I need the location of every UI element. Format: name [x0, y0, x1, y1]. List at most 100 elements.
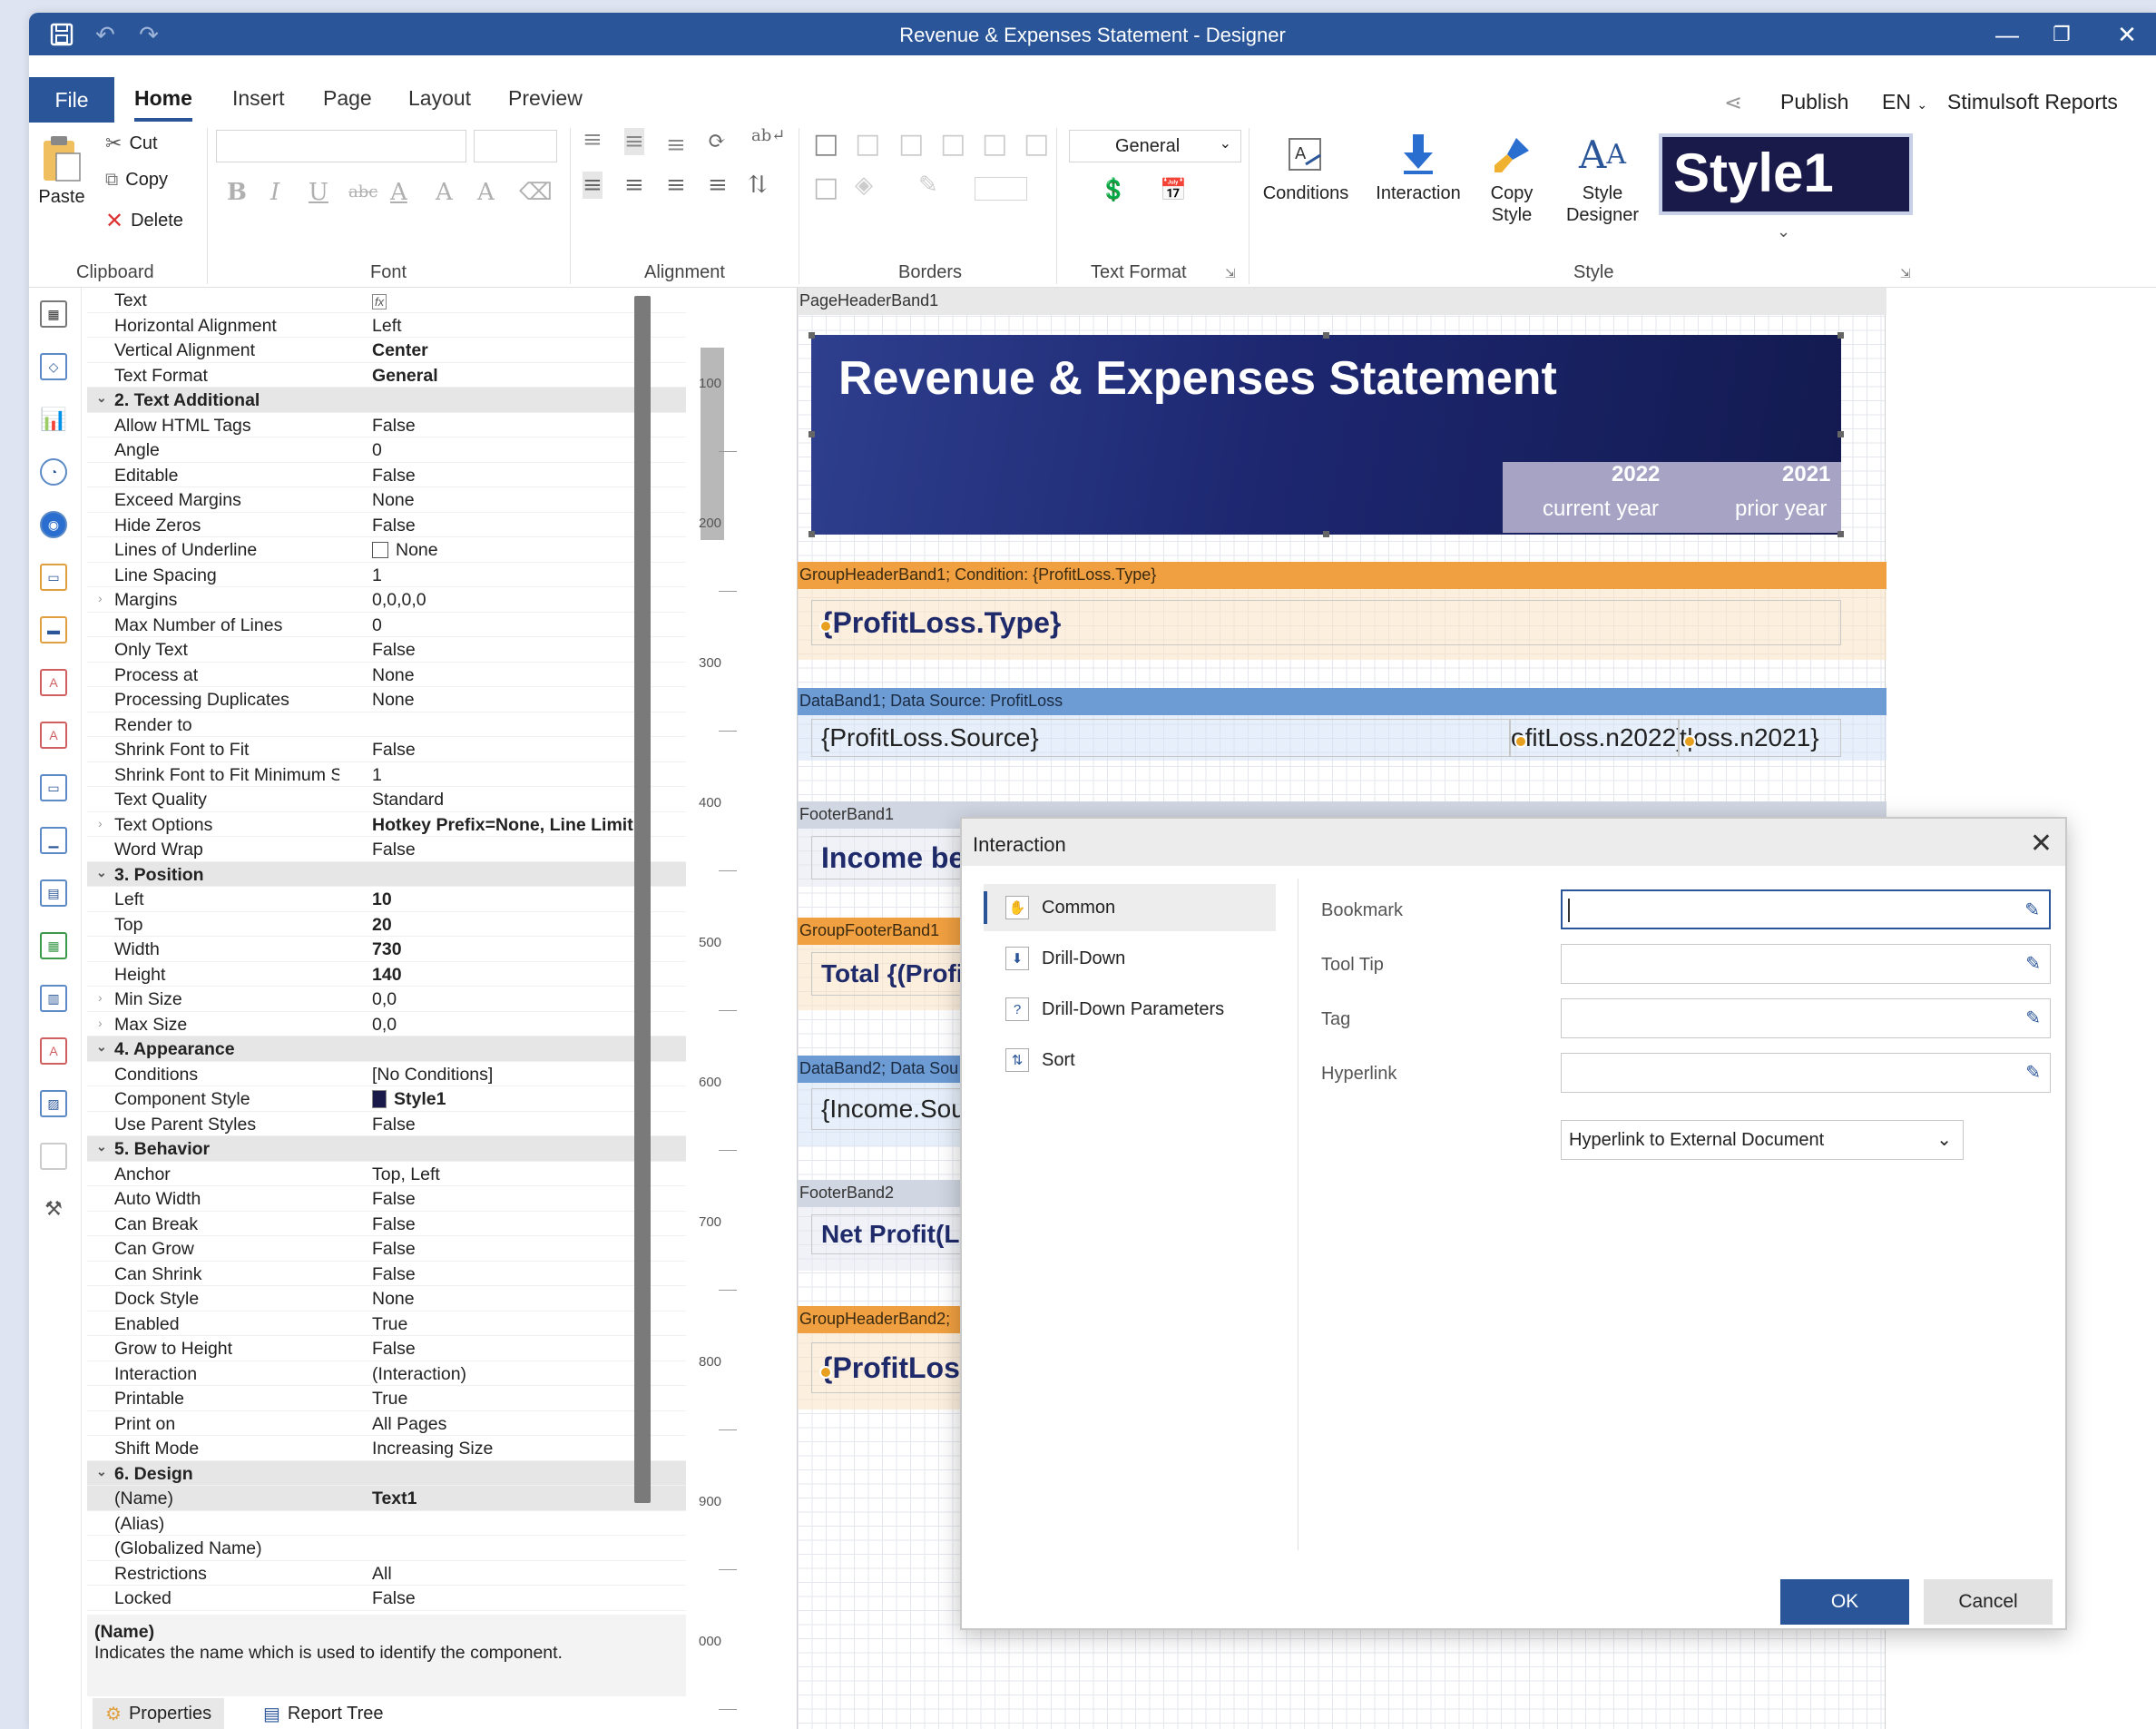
nav-common[interactable]: ✋ Common — [984, 884, 1276, 931]
resize-handle[interactable] — [1323, 531, 1329, 537]
border-all-icon[interactable]: □ — [813, 128, 838, 160]
border-style-combo[interactable] — [975, 177, 1027, 201]
property-row[interactable]: Grow to Height False — [87, 1336, 686, 1361]
property-row[interactable]: Dock Style None — [87, 1286, 686, 1311]
property-value[interactable]: False — [372, 1264, 653, 1285]
rich-text-2-icon[interactable]: A — [40, 1037, 67, 1065]
property-row[interactable]: Width 730 — [87, 937, 686, 962]
property-value[interactable]: False — [372, 1588, 653, 1609]
border-right-icon[interactable]: □ — [1024, 128, 1049, 160]
font-name-combo[interactable] — [216, 130, 466, 162]
property-row[interactable]: Enabled True — [87, 1311, 686, 1336]
align-top-icon[interactable]: ≡ — [583, 126, 603, 153]
property-row[interactable]: › Min Size 0,0 — [87, 987, 686, 1012]
property-value[interactable]: Text1 — [372, 1488, 653, 1509]
property-row[interactable]: Editable False — [87, 463, 686, 487]
cross-tab-icon[interactable]: ▥ — [40, 985, 67, 1012]
property-value[interactable]: 0,0 — [372, 1015, 653, 1036]
property-row[interactable]: Processing Duplicates None — [87, 687, 686, 712]
hyperlink-field[interactable]: ✎ — [1561, 1053, 2051, 1093]
property-value[interactable]: 0,0,0,0 — [372, 590, 653, 611]
property-row[interactable]: Can Shrink False — [87, 1262, 686, 1286]
property-row[interactable]: Text Quality Standard — [87, 787, 686, 812]
property-category[interactable]: ⌄ 5. Behavior — [87, 1136, 686, 1162]
property-row[interactable]: Only Text False — [87, 637, 686, 663]
format-date-icon[interactable]: 📅 — [1160, 177, 1187, 202]
property-category[interactable]: ⌄ 4. Appearance — [87, 1036, 686, 1062]
conditions-button[interactable]: A Conditions — [1256, 128, 1356, 204]
property-value[interactable]: False — [372, 416, 653, 437]
property-value[interactable]: fx — [372, 290, 653, 311]
chevron-right-icon[interactable]: › — [98, 816, 103, 830]
property-row[interactable]: › Max Size 0,0 — [87, 1012, 686, 1036]
group-header-band1-label[interactable]: GroupHeaderBand1; Condition: {ProfitLoss… — [798, 562, 1886, 589]
edit-pencil-icon[interactable]: ✎ — [2025, 1007, 2041, 1029]
text-format-combo[interactable]: General ⌄ — [1069, 130, 1241, 162]
property-row[interactable]: Height 140 — [87, 962, 686, 987]
underline-icon[interactable]: U — [309, 179, 328, 206]
property-row[interactable]: › Margins 0,0,0,0 — [87, 587, 686, 613]
border-left-icon[interactable]: □ — [940, 128, 965, 160]
language-selector[interactable]: EN ⌄ — [1882, 90, 1927, 114]
edit-pencil-icon[interactable]: ✎ — [2025, 1061, 2041, 1084]
font-color-icon[interactable]: A — [390, 179, 407, 206]
property-value[interactable]: All — [372, 1564, 653, 1585]
property-value[interactable]: False — [372, 1239, 653, 1260]
property-value[interactable]: None — [372, 1289, 653, 1310]
property-value[interactable]: General — [372, 366, 653, 387]
copy-style-button[interactable]: Copy Style — [1475, 128, 1548, 226]
panel-icon[interactable]: ▭ — [40, 774, 67, 801]
resize-handle[interactable] — [1838, 531, 1844, 537]
property-row[interactable]: Can Break False — [87, 1212, 686, 1236]
property-row[interactable]: Top 20 — [87, 912, 686, 937]
bold-icon[interactable]: B — [227, 179, 247, 206]
property-row[interactable]: Lines of Underline None — [87, 537, 686, 563]
chevron-down-icon[interactable]: ⌄ — [96, 390, 107, 406]
delete-button[interactable]: ✕ Delete — [105, 208, 183, 234]
property-value[interactable]: Hotkey Prefix=None, Line Limit — [372, 815, 653, 836]
property-value[interactable]: False — [372, 1339, 653, 1360]
report-title[interactable]: Revenue & Expenses Statement — [838, 351, 1557, 406]
chevron-down-icon[interactable]: ⌄ — [1777, 222, 1790, 241]
property-row[interactable]: Shrink Font to Fit False — [87, 737, 686, 762]
property-value[interactable]: True — [372, 1389, 653, 1410]
property-row[interactable]: Left 10 — [87, 887, 686, 912]
group-header-text[interactable]: {ProfitLoss.Type} — [811, 600, 1841, 645]
value-2021-text[interactable]: t|oss.n2021} — [1679, 719, 1841, 757]
property-value[interactable]: None — [372, 490, 653, 511]
page-header-band-label[interactable]: PageHeaderBand1 — [798, 288, 1886, 315]
property-value[interactable]: False — [372, 840, 653, 860]
chevron-right-icon[interactable]: › — [98, 990, 103, 1005]
property-category[interactable]: ⌄ 2. Text Additional — [87, 388, 686, 413]
property-row[interactable]: Horizontal Alignment Left — [87, 313, 686, 338]
chevron-down-icon[interactable]: ⌄ — [96, 1039, 107, 1055]
property-value[interactable]: Top, Left — [372, 1164, 653, 1185]
chevron-down-icon[interactable]: ⌄ — [96, 1139, 107, 1154]
style-designer-button[interactable]: AA Style Designer — [1557, 128, 1648, 226]
property-category[interactable]: ⌄ 3. Position — [87, 861, 686, 887]
data-band1-label[interactable]: DataBand1; Data Source: ProfitLoss — [798, 688, 1886, 715]
container-icon[interactable]: ▁ — [40, 827, 67, 854]
property-row[interactable]: Allow HTML Tags False — [87, 413, 686, 437]
gauge-icon[interactable]: ◔ — [40, 458, 67, 486]
property-row[interactable]: Line Spacing 1 — [87, 563, 686, 587]
tab-preview[interactable]: Preview — [508, 86, 583, 111]
property-value[interactable]: False — [372, 516, 653, 536]
property-value[interactable]: Increasing Size — [372, 1439, 653, 1459]
property-value[interactable]: False — [372, 1189, 653, 1210]
edit-pencil-icon[interactable]: ✎ — [2025, 952, 2041, 975]
property-value[interactable]: 10 — [372, 889, 653, 910]
resize-handle[interactable] — [808, 431, 815, 437]
property-value[interactable]: True — [372, 1314, 653, 1335]
property-row[interactable]: Conditions [No Conditions] — [87, 1062, 686, 1086]
close-icon[interactable]: ✕ — [2030, 828, 2053, 860]
property-row[interactable]: Text fx — [87, 288, 686, 313]
chart-icon[interactable]: 📊 — [40, 406, 67, 433]
property-value[interactable]: None — [372, 665, 653, 686]
property-row[interactable]: Hide Zeros False — [87, 513, 686, 537]
property-value[interactable]: 730 — [372, 939, 653, 960]
property-row[interactable]: Auto Width False — [87, 1186, 686, 1212]
shape-icon[interactable]: ◇ — [40, 353, 67, 380]
chevron-right-icon[interactable]: › — [98, 1016, 103, 1030]
resize-handle[interactable] — [808, 531, 815, 537]
